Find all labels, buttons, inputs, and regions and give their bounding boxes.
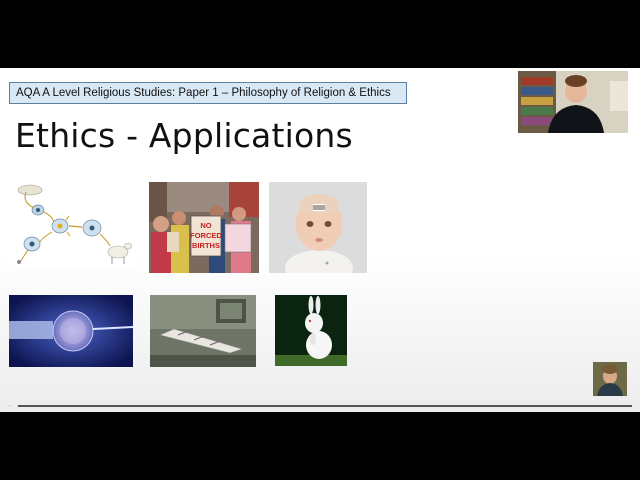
baby-barcode-photo (269, 182, 367, 273)
protest-sign-line-3: BIRTHS (192, 241, 220, 250)
secondary-webcam (593, 362, 627, 396)
course-label: AQA A Level Religious Studies: Paper 1 –… (9, 82, 407, 104)
presenter-webcam (518, 71, 628, 133)
slide-title: Ethics - Applications (15, 116, 353, 155)
abortion-protest-photo: NO FORCED BIRTHS (149, 182, 259, 273)
ivf-microscope-photo (9, 295, 133, 367)
white-rabbit-photo (275, 295, 347, 366)
protest-sign-line-1: NO (200, 221, 211, 230)
protest-sign-line-2: FORCED (190, 231, 222, 240)
presentation-slide: AQA A Level Religious Studies: Paper 1 –… (0, 68, 640, 412)
video-progress-bar[interactable] (8, 402, 632, 409)
cloning-diagram-image (12, 182, 136, 268)
execution-chamber-photo (150, 295, 256, 367)
